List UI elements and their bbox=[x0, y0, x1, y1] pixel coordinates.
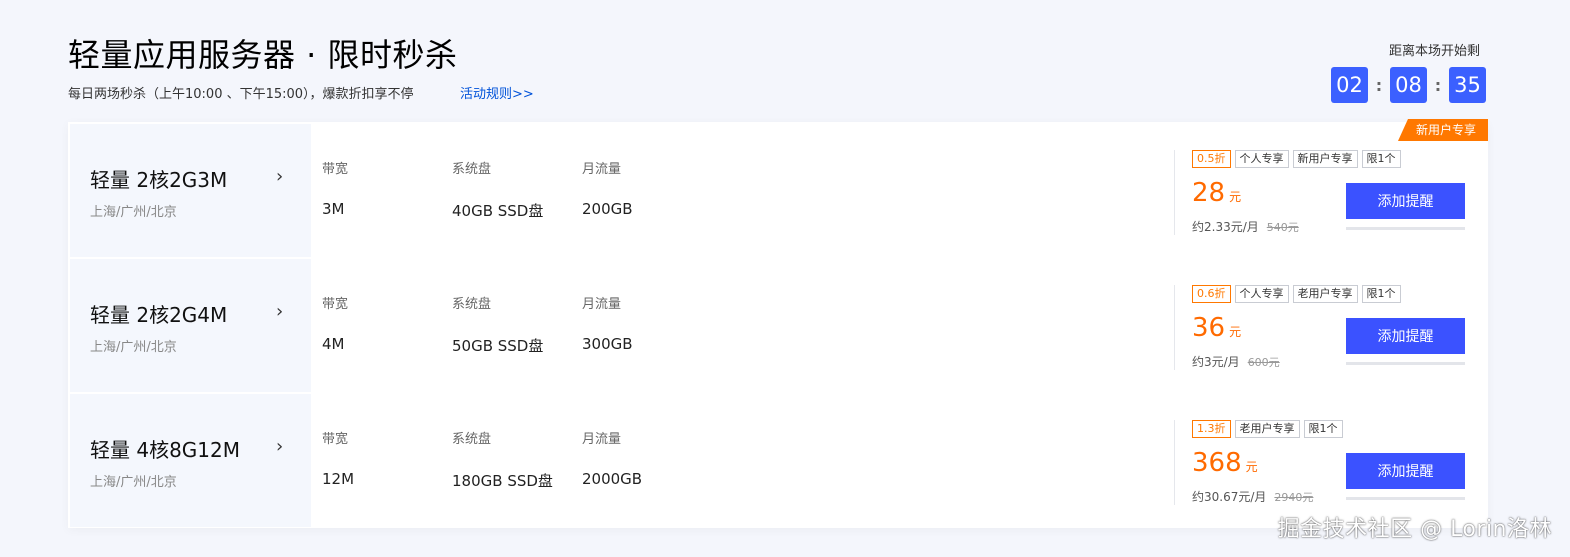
monthly-price: 约3元/月 600元 bbox=[1192, 353, 1280, 370]
countdown-separator: : bbox=[1375, 75, 1383, 95]
product-name: 轻量 2核2G3M bbox=[90, 168, 228, 192]
product-row: 轻量 2核2G3M 上海/广州/北京 › 带宽 系统盘 月流量 3M 40GB … bbox=[70, 124, 1486, 257]
price-unit: 元 bbox=[1245, 460, 1258, 474]
divider bbox=[1174, 285, 1175, 370]
stock-progress-bar bbox=[1346, 362, 1465, 365]
price-unit: 元 bbox=[1229, 190, 1242, 204]
monthly-price: 约2.33元/月 540元 bbox=[1192, 218, 1299, 235]
divider bbox=[1174, 150, 1175, 235]
product-summary[interactable]: 轻量 2核2G3M 上海/广州/北京 › bbox=[70, 124, 311, 257]
price: 36 元 bbox=[1192, 313, 1241, 343]
stock-progress-bar bbox=[1346, 497, 1465, 500]
discount-tag: 0.6折 bbox=[1192, 285, 1231, 303]
spec-value-disk: 40GB SSD盘 bbox=[452, 202, 544, 220]
chevron-right-icon[interactable]: › bbox=[276, 166, 283, 187]
product-summary[interactable]: 轻量 2核2G4M 上海/广州/北京 › bbox=[70, 259, 311, 392]
countdown-minutes: 08 bbox=[1390, 67, 1427, 103]
price: 368 元 bbox=[1192, 448, 1258, 478]
activity-rules-link[interactable]: 活动规则>> bbox=[460, 83, 534, 102]
product-row: 轻量 4核8G12M 上海/广州/北京 › 带宽 系统盘 月流量 12M 180… bbox=[70, 394, 1486, 527]
spec-value-bandwidth: 4M bbox=[322, 335, 345, 353]
product-name: 轻量 4核8G12M bbox=[90, 438, 241, 462]
monthly-price-text: 约30.67元/月 bbox=[1192, 490, 1267, 504]
spec-label-bandwidth: 带宽 bbox=[322, 297, 349, 312]
spec-value-disk: 50GB SSD盘 bbox=[452, 337, 544, 355]
tag-list: 1.3折 老用户专享 限1个 bbox=[1192, 420, 1343, 438]
spec-value-bandwidth: 12M bbox=[322, 470, 355, 488]
tag: 个人专享 bbox=[1234, 285, 1289, 303]
product-row: 轻量 2核2G4M 上海/广州/北京 › 带宽 系统盘 月流量 4M 50GB … bbox=[70, 259, 1486, 392]
tag: 个人专享 bbox=[1234, 150, 1289, 168]
add-reminder-button[interactable]: 添加提醒 bbox=[1346, 453, 1465, 489]
tag-list: 0.5折 个人专享 新用户专享 限1个 bbox=[1192, 150, 1401, 168]
spec-value-disk: 180GB SSD盘 bbox=[452, 472, 553, 490]
product-region: 上海/广州/北京 bbox=[90, 340, 177, 355]
countdown-seconds: 35 bbox=[1449, 67, 1486, 103]
spec-label-bandwidth: 带宽 bbox=[322, 432, 349, 447]
spec-label-disk: 系统盘 bbox=[452, 432, 492, 447]
monthly-price: 约30.67元/月 2940元 bbox=[1192, 488, 1313, 505]
product-region: 上海/广州/北京 bbox=[90, 205, 177, 220]
tag: 限1个 bbox=[1303, 420, 1343, 438]
spec-value-traffic: 2000GB bbox=[582, 470, 643, 488]
product-summary[interactable]: 轻量 4核8G12M 上海/广州/北京 › bbox=[70, 394, 311, 527]
spec-label-bandwidth: 带宽 bbox=[322, 162, 349, 177]
tag-list: 0.6折 个人专享 老用户专享 限1个 bbox=[1192, 285, 1401, 303]
watermark: 掘金技术社区 @ Lorin洛林 bbox=[1277, 517, 1552, 542]
tag: 限1个 bbox=[1361, 150, 1401, 168]
monthly-price-text: 约3元/月 bbox=[1192, 355, 1240, 369]
add-reminder-button[interactable]: 添加提醒 bbox=[1346, 183, 1465, 219]
product-name: 轻量 2核2G4M bbox=[90, 303, 228, 327]
countdown-hours: 02 bbox=[1331, 67, 1368, 103]
price-value: 368 bbox=[1192, 448, 1242, 478]
original-price: 600元 bbox=[1247, 356, 1280, 369]
tag: 老用户专享 bbox=[1292, 285, 1358, 303]
page-subtitle: 每日两场秒杀（上午10:00 、下午15:00），爆款折扣享不停 bbox=[68, 87, 414, 102]
spec-label-disk: 系统盘 bbox=[452, 162, 492, 177]
countdown-label: 距离本场开始剩 bbox=[1389, 44, 1481, 59]
product-region: 上海/广州/北京 bbox=[90, 475, 177, 490]
add-reminder-button[interactable]: 添加提醒 bbox=[1346, 318, 1465, 354]
page-title: 轻量应用服务器 · 限时秒杀 bbox=[68, 36, 458, 74]
divider bbox=[1174, 420, 1175, 505]
spec-value-bandwidth: 3M bbox=[322, 200, 345, 218]
countdown-separator: : bbox=[1434, 75, 1442, 95]
tag: 老用户专享 bbox=[1234, 420, 1300, 438]
spec-label-traffic: 月流量 bbox=[582, 432, 622, 447]
original-price: 2940元 bbox=[1274, 491, 1314, 504]
original-price: 540元 bbox=[1266, 221, 1299, 234]
chevron-right-icon[interactable]: › bbox=[276, 436, 283, 457]
spec-value-traffic: 200GB bbox=[582, 200, 633, 218]
spec-label-disk: 系统盘 bbox=[452, 297, 492, 312]
product-card: 新用户专享 轻量 2核2G3M 上海/广州/北京 › 带宽 系统盘 月流量 3M… bbox=[68, 119, 1488, 528]
countdown-timer: 02 : 08 : 35 bbox=[1331, 67, 1486, 103]
monthly-price-text: 约2.33元/月 bbox=[1192, 220, 1259, 234]
discount-tag: 0.5折 bbox=[1192, 150, 1231, 168]
price-unit: 元 bbox=[1229, 325, 1242, 339]
spec-label-traffic: 月流量 bbox=[582, 297, 622, 312]
discount-tag: 1.3折 bbox=[1192, 420, 1231, 438]
tag: 新用户专享 bbox=[1292, 150, 1358, 168]
spec-value-traffic: 300GB bbox=[582, 335, 633, 353]
price-value: 28 bbox=[1192, 178, 1226, 208]
spec-label-traffic: 月流量 bbox=[582, 162, 622, 177]
stock-progress-bar bbox=[1346, 227, 1465, 230]
tag: 限1个 bbox=[1361, 285, 1401, 303]
chevron-right-icon[interactable]: › bbox=[276, 301, 283, 322]
price-value: 36 bbox=[1192, 313, 1226, 343]
price: 28 元 bbox=[1192, 178, 1241, 208]
